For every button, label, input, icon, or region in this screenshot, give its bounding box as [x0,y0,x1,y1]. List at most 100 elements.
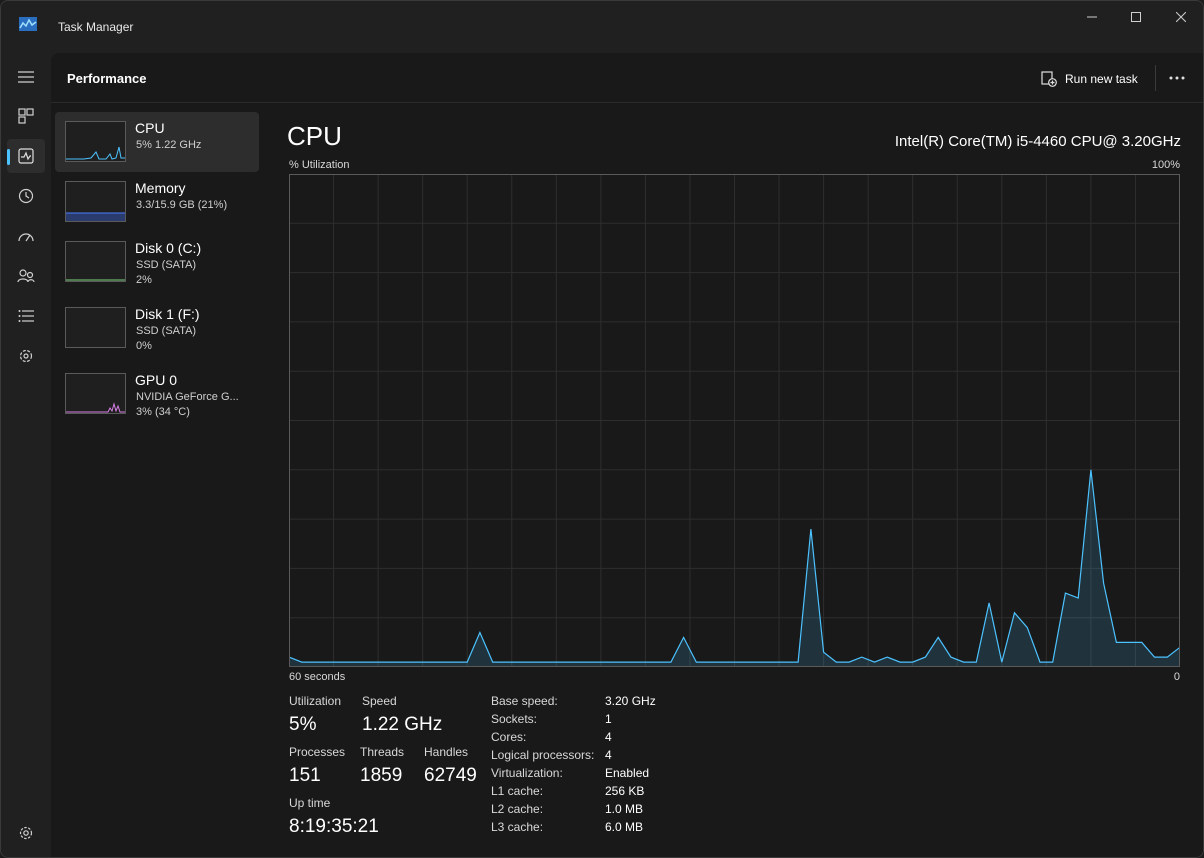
maximize-icon [1131,12,1141,22]
device-detail: SSD (SATA) [136,325,197,337]
nav-details[interactable] [7,299,45,333]
performance-icon [18,148,34,164]
page-title: Performance [67,71,147,86]
maximize-button[interactable] [1113,1,1159,33]
device-detail: 5% 1.22 GHz [136,139,202,151]
nav-users[interactable] [7,259,45,293]
disk0-mini-graph [66,279,125,281]
device-detail: NVIDIA GeForce G... [136,391,239,403]
content-area: Performance Run new task CPU 5% 1.22 GHz… [51,53,1203,857]
header-divider [1155,65,1156,91]
handles-label: Handles [424,745,469,759]
device-name: Memory [135,180,186,196]
spec-value: 1 [605,712,612,726]
cpu-model-name: Intel(R) Core(TM) i5-4460 CPU@ 3.20GHz [894,133,1181,150]
utilization-label: Utilization [289,694,342,708]
utilization-axis-label: % Utilization [289,159,350,171]
time-span-label: 60 seconds [289,671,346,683]
cpu-heading: CPU [287,121,342,151]
device-detail: 3.3/15.9 GB (21%) [136,199,228,211]
title-bar: Task Manager [1,1,1203,53]
window-title: Task Manager [58,20,134,34]
nav-services[interactable] [7,339,45,373]
spec-label: Sockets: [491,712,538,726]
services-icon [19,349,33,363]
menu-icon [18,71,34,83]
spec-value: Enabled [605,766,650,780]
nav-startup-apps[interactable] [7,219,45,253]
speed-value: 1.22 GHz [362,714,443,735]
nav-menu-button[interactable] [7,60,45,94]
nav-processes[interactable] [7,99,45,133]
cpu-thumbnail [65,121,126,162]
spec-value: 4 [605,730,612,744]
uptime-label: Up time [289,796,331,810]
spec-label: L1 cache: [491,784,544,798]
cpu-utilization-graph [289,174,1180,667]
minimize-icon [1087,16,1097,18]
memory-thumbnail [65,181,126,222]
spec-value: 256 KB [605,784,645,798]
nav-app-history[interactable] [7,179,45,213]
threads-value: 1859 [360,765,403,786]
uptime-value: 8:19:35:21 [289,816,379,837]
device-detail: SSD (SATA) [136,259,197,271]
close-icon [1176,12,1186,22]
details-icon [18,310,34,322]
device-usage: 3% (34 °C) [136,406,190,418]
navigation-rail [1,53,51,857]
more-icon [1169,76,1185,80]
device-cpu[interactable]: CPU 5% 1.22 GHz [55,112,259,172]
device-name: GPU 0 [135,372,178,388]
run-task-label: Run new task [1065,72,1138,86]
spec-label: Base speed: [491,694,558,708]
device-disk-0[interactable]: Disk 0 (C:) SSD (SATA) 2% [55,232,259,292]
speed-label: Speed [362,694,397,708]
utilization-value: 5% [289,714,317,735]
cpu-mini-graph [66,146,125,160]
minimize-button[interactable] [1069,1,1115,33]
settings-icon [19,826,33,840]
spec-value: 4 [605,748,612,762]
more-options-button[interactable] [1165,67,1189,89]
content-header: Performance Run new task [51,53,1203,103]
device-name: Disk 0 (C:) [135,240,202,256]
memory-mini-graph [66,212,125,221]
task-manager-app-icon [19,17,37,31]
time-zero-label: 0 [1173,671,1180,683]
nav-performance[interactable] [7,139,45,173]
disk0-thumbnail [65,241,126,282]
handles-value: 62749 [424,765,477,786]
max-value-label: 100% [1151,159,1180,171]
spec-label: Cores: [491,730,527,744]
spec-value: 1.0 MB [605,802,644,816]
gpu-mini-graph [66,402,125,413]
gpu-thumbnail [65,373,126,414]
nav-settings[interactable] [7,816,45,850]
processes-label: Processes [289,745,346,759]
app-history-icon [18,188,34,204]
spec-label: L3 cache: [491,820,544,834]
processes-icon [18,108,34,124]
run-new-task-button[interactable]: Run new task [1041,68,1138,90]
device-disk-1[interactable]: Disk 1 (F:) SSD (SATA) 0% [55,298,259,358]
close-button[interactable] [1158,1,1203,33]
spec-value: 6.0 MB [605,820,644,834]
spec-label: Logical processors: [491,748,595,762]
task-manager-window: Task Manager Performance Run new task CP… [0,0,1204,858]
threads-label: Threads [360,745,405,759]
device-memory[interactable]: Memory 3.3/15.9 GB (21%) [55,172,259,232]
device-name: CPU [135,120,165,136]
processes-value: 151 [289,765,321,786]
run-task-icon [1041,71,1057,87]
disk1-thumbnail [65,307,126,348]
spec-label: Virtualization: [491,766,563,780]
device-usage: 0% [136,340,152,352]
active-indicator [7,149,10,165]
users-icon [17,269,35,283]
device-name: Disk 1 (F:) [135,306,200,322]
spec-label: L2 cache: [491,802,544,816]
device-gpu-0[interactable]: GPU 0 NVIDIA GeForce G... 3% (34 °C) [55,364,259,424]
spec-value: 3.20 GHz [605,694,656,708]
device-usage: 2% [136,274,152,286]
